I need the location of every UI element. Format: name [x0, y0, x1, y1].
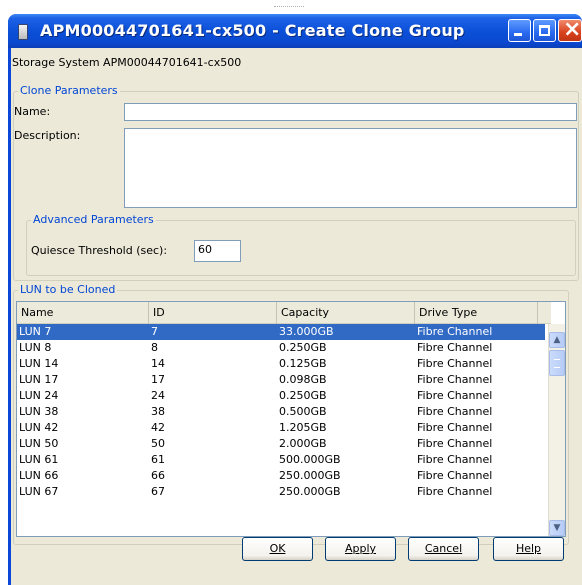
column-header-capacity[interactable]: Capacity	[277, 302, 415, 324]
description-textarea[interactable]	[124, 128, 577, 208]
app-icon	[18, 24, 28, 40]
storage-system-label: Storage System APM00044701641-cx500	[12, 56, 242, 69]
table-row[interactable]: LUN 14 14 0.125GB Fibre Channel	[17, 356, 545, 372]
lun-drive-type-cell: Fibre Channel	[417, 485, 493, 498]
lun-capacity-cell: 0.098GB	[279, 373, 327, 386]
lun-id-cell: 67	[151, 485, 165, 498]
close-icon[interactable]	[558, 17, 582, 42]
table-row[interactable]: LUN 8 8 0.250GB Fibre Channel	[17, 340, 545, 356]
apply-button[interactable]: Apply	[325, 537, 396, 561]
description-label: Description:	[14, 129, 81, 142]
table-row[interactable]: LUN 61 61 500.000GB Fibre Channel	[17, 452, 545, 468]
help-button[interactable]: Help	[493, 537, 564, 561]
lun-capacity-cell: 0.125GB	[279, 357, 327, 370]
table-row[interactable]: LUN 7 7 33.000GB Fibre Channel	[17, 324, 545, 340]
lun-capacity-cell: 0.500GB	[279, 405, 327, 418]
dialog-client: Storage System APM00044701641-cx500 Clon…	[8, 48, 582, 585]
lun-id-cell: 7	[151, 325, 158, 338]
scrollbar-thumb[interactable]	[549, 350, 565, 376]
advanced-parameters-legend: Advanced Parameters	[31, 213, 156, 226]
scroll-down-icon[interactable]: ▼	[549, 520, 565, 536]
lun-drive-type-cell: Fibre Channel	[417, 373, 493, 386]
column-header-id[interactable]: ID	[149, 302, 277, 324]
column-header-drive-type[interactable]: Drive Type	[415, 302, 538, 324]
lun-id-cell: 17	[151, 373, 165, 386]
lun-table-scrollbar[interactable]: ▲ ▼	[548, 324, 565, 536]
table-row[interactable]: LUN 38 38 0.500GB Fibre Channel	[17, 404, 545, 420]
maximize-icon[interactable]	[533, 19, 556, 42]
scroll-up-icon[interactable]: ▲	[549, 332, 565, 348]
table-row[interactable]: LUN 50 50 2.000GB Fibre Channel	[17, 436, 545, 452]
top-drag-handle	[274, 6, 304, 10]
lun-table-rows: LUN 7 7 33.000GB Fibre Channel LUN 8 8 0.250GB…	[17, 324, 545, 500]
lun-name-cell: LUN 14	[19, 357, 59, 370]
column-header-name[interactable]: Name	[17, 302, 149, 324]
lun-to-be-cloned-legend: LUN to be Cloned	[18, 283, 118, 296]
dialog-window: APM00044701641-cx500 - Create Clone Grou…	[8, 14, 582, 585]
title-bar[interactable]: APM00044701641-cx500 - Create Clone Grou…	[8, 14, 582, 48]
lun-drive-type-cell: Fibre Channel	[417, 405, 493, 418]
lun-name-cell: LUN 7	[19, 325, 52, 338]
lun-drive-type-cell: Fibre Channel	[417, 341, 493, 354]
lun-capacity-cell: 2.000GB	[279, 437, 327, 450]
table-row[interactable]: LUN 24 24 0.250GB Fibre Channel	[17, 388, 545, 404]
lun-capacity-cell: 0.250GB	[279, 389, 327, 402]
table-row[interactable]: LUN 66 66 250.000GB Fibre Channel	[17, 468, 545, 484]
table-row[interactable]: LUN 42 42 1.205GB Fibre Channel	[17, 420, 545, 436]
lun-capacity-cell: 500.000GB	[279, 453, 341, 466]
lun-capacity-cell: 33.000GB	[279, 325, 334, 338]
lun-id-cell: 14	[151, 357, 165, 370]
lun-capacity-cell: 250.000GB	[279, 485, 341, 498]
lun-id-cell: 38	[151, 405, 165, 418]
advanced-parameters-group: Advanced Parameters Quiesce Threshold (s…	[26, 213, 576, 276]
lun-capacity-cell: 250.000GB	[279, 469, 341, 482]
quiesce-threshold-input[interactable]: 60	[194, 240, 241, 262]
lun-drive-type-cell: Fibre Channel	[417, 453, 493, 466]
lun-name-cell: LUN 38	[19, 405, 59, 418]
lun-id-cell: 61	[151, 453, 165, 466]
lun-name-cell: LUN 66	[19, 469, 59, 482]
lun-name-cell: LUN 67	[19, 485, 59, 498]
name-label: Name:	[14, 105, 51, 118]
lun-name-cell: LUN 8	[19, 341, 52, 354]
lun-id-cell: 42	[151, 421, 165, 434]
lun-table: Name ID Capacity Drive Type LUN 7 7 33.000…	[16, 301, 566, 537]
lun-to-be-cloned-group: LUN to be Cloned Name ID Capacity Drive …	[13, 283, 569, 545]
lun-id-cell: 66	[151, 469, 165, 482]
minimize-icon[interactable]	[508, 19, 531, 42]
lun-name-cell: LUN 17	[19, 373, 59, 386]
lun-name-cell: LUN 50	[19, 437, 59, 450]
lun-drive-type-cell: Fibre Channel	[417, 389, 493, 402]
lun-table-header: Name ID Capacity Drive Type	[17, 302, 551, 324]
lun-id-cell: 24	[151, 389, 165, 402]
table-row[interactable]: LUN 67 67 250.000GB Fibre Channel	[17, 484, 545, 500]
lun-drive-type-cell: Fibre Channel	[417, 421, 493, 434]
lun-id-cell: 50	[151, 437, 165, 450]
table-row[interactable]: LUN 17 17 0.098GB Fibre Channel	[17, 372, 545, 388]
lun-drive-type-cell: Fibre Channel	[417, 325, 493, 338]
quiesce-threshold-label: Quiesce Threshold (sec):	[31, 244, 168, 257]
lun-name-cell: LUN 61	[19, 453, 59, 466]
name-input[interactable]	[124, 103, 577, 121]
lun-capacity-cell: 1.205GB	[279, 421, 327, 434]
lun-capacity-cell: 0.250GB	[279, 341, 327, 354]
lun-id-cell: 8	[151, 341, 158, 354]
clone-parameters-group: Clone Parameters Name: Description: Adva…	[13, 84, 579, 281]
lun-name-cell: LUN 24	[19, 389, 59, 402]
lun-drive-type-cell: Fibre Channel	[417, 357, 493, 370]
cancel-button[interactable]: Cancel	[408, 537, 479, 561]
lun-drive-type-cell: Fibre Channel	[417, 437, 493, 450]
lun-name-cell: LUN 42	[19, 421, 59, 434]
clone-parameters-legend: Clone Parameters	[18, 84, 120, 97]
lun-drive-type-cell: Fibre Channel	[417, 469, 493, 482]
window-title: APM00044701641-cx500 - Create Clone Grou…	[40, 21, 465, 40]
ok-button[interactable]: OK	[242, 537, 313, 561]
